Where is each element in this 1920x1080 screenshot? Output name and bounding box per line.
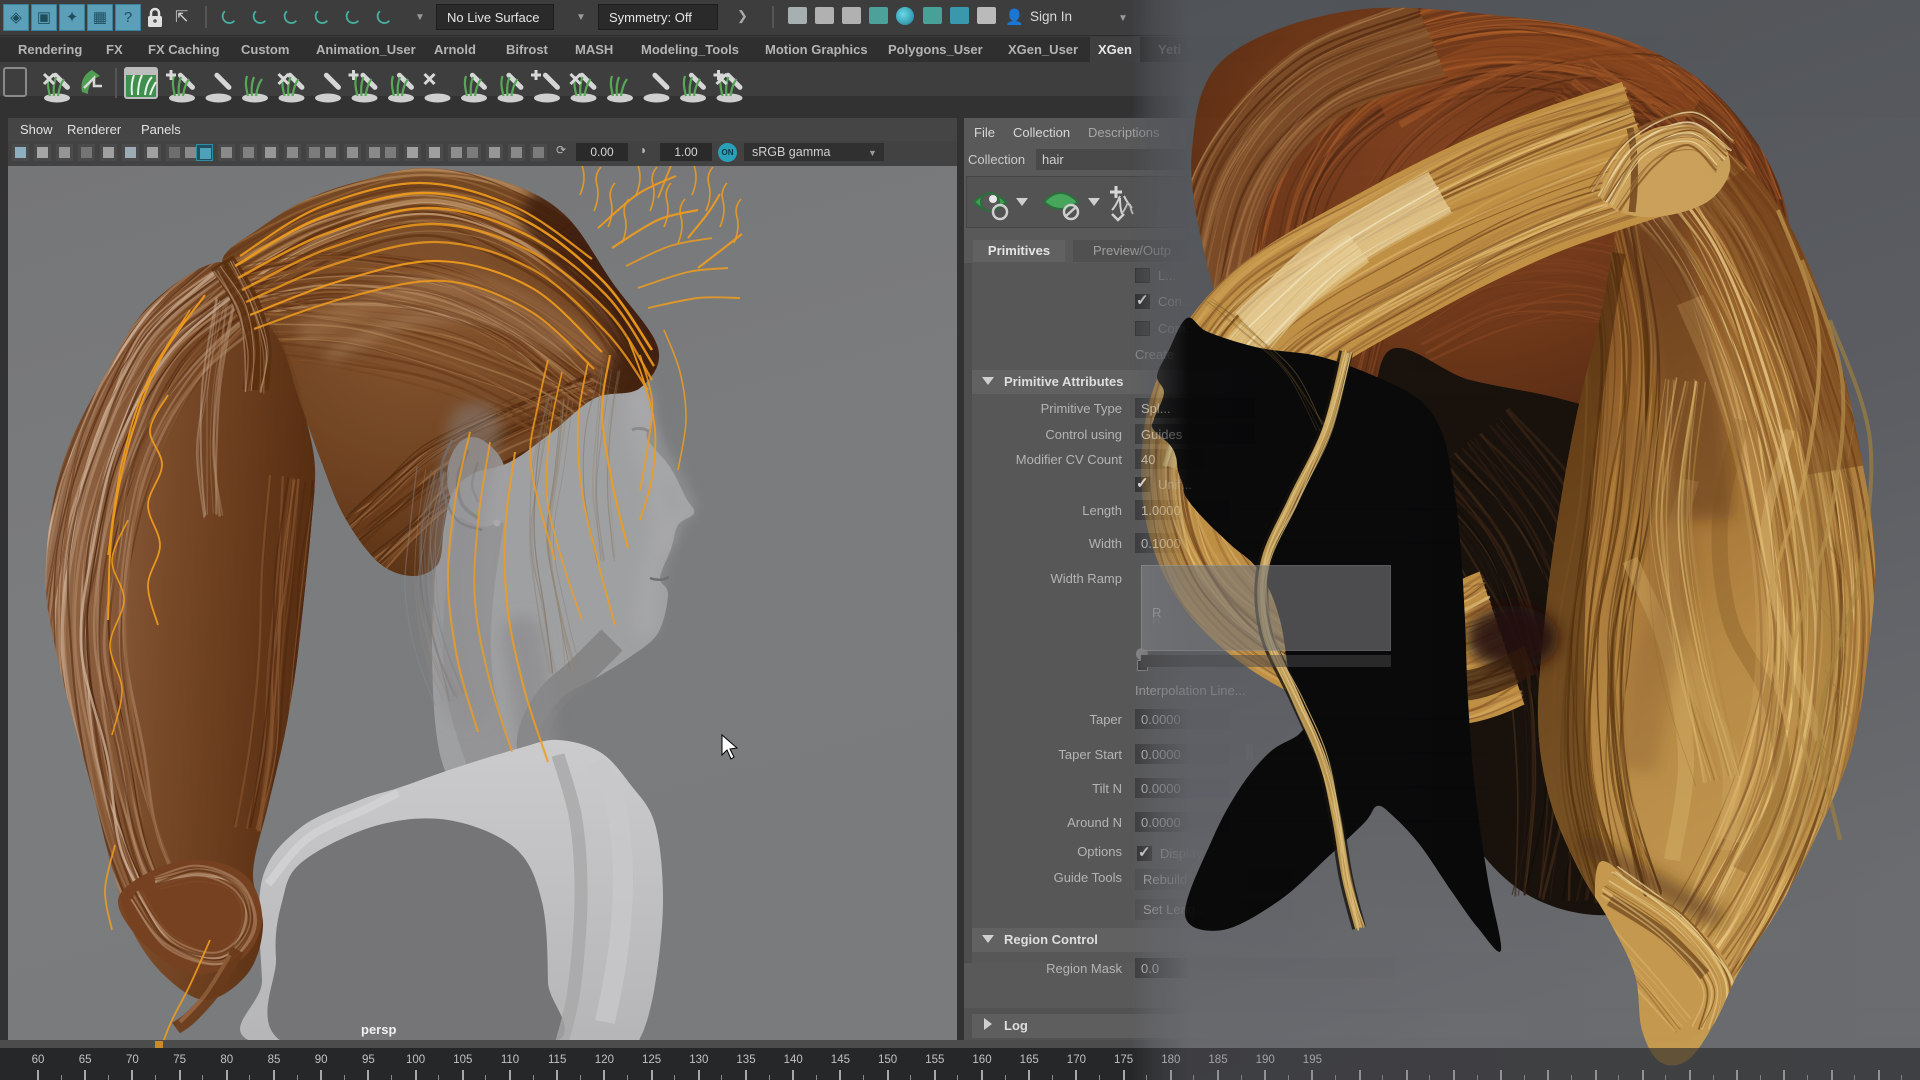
svg-text:persp: persp <box>361 1022 396 1037</box>
